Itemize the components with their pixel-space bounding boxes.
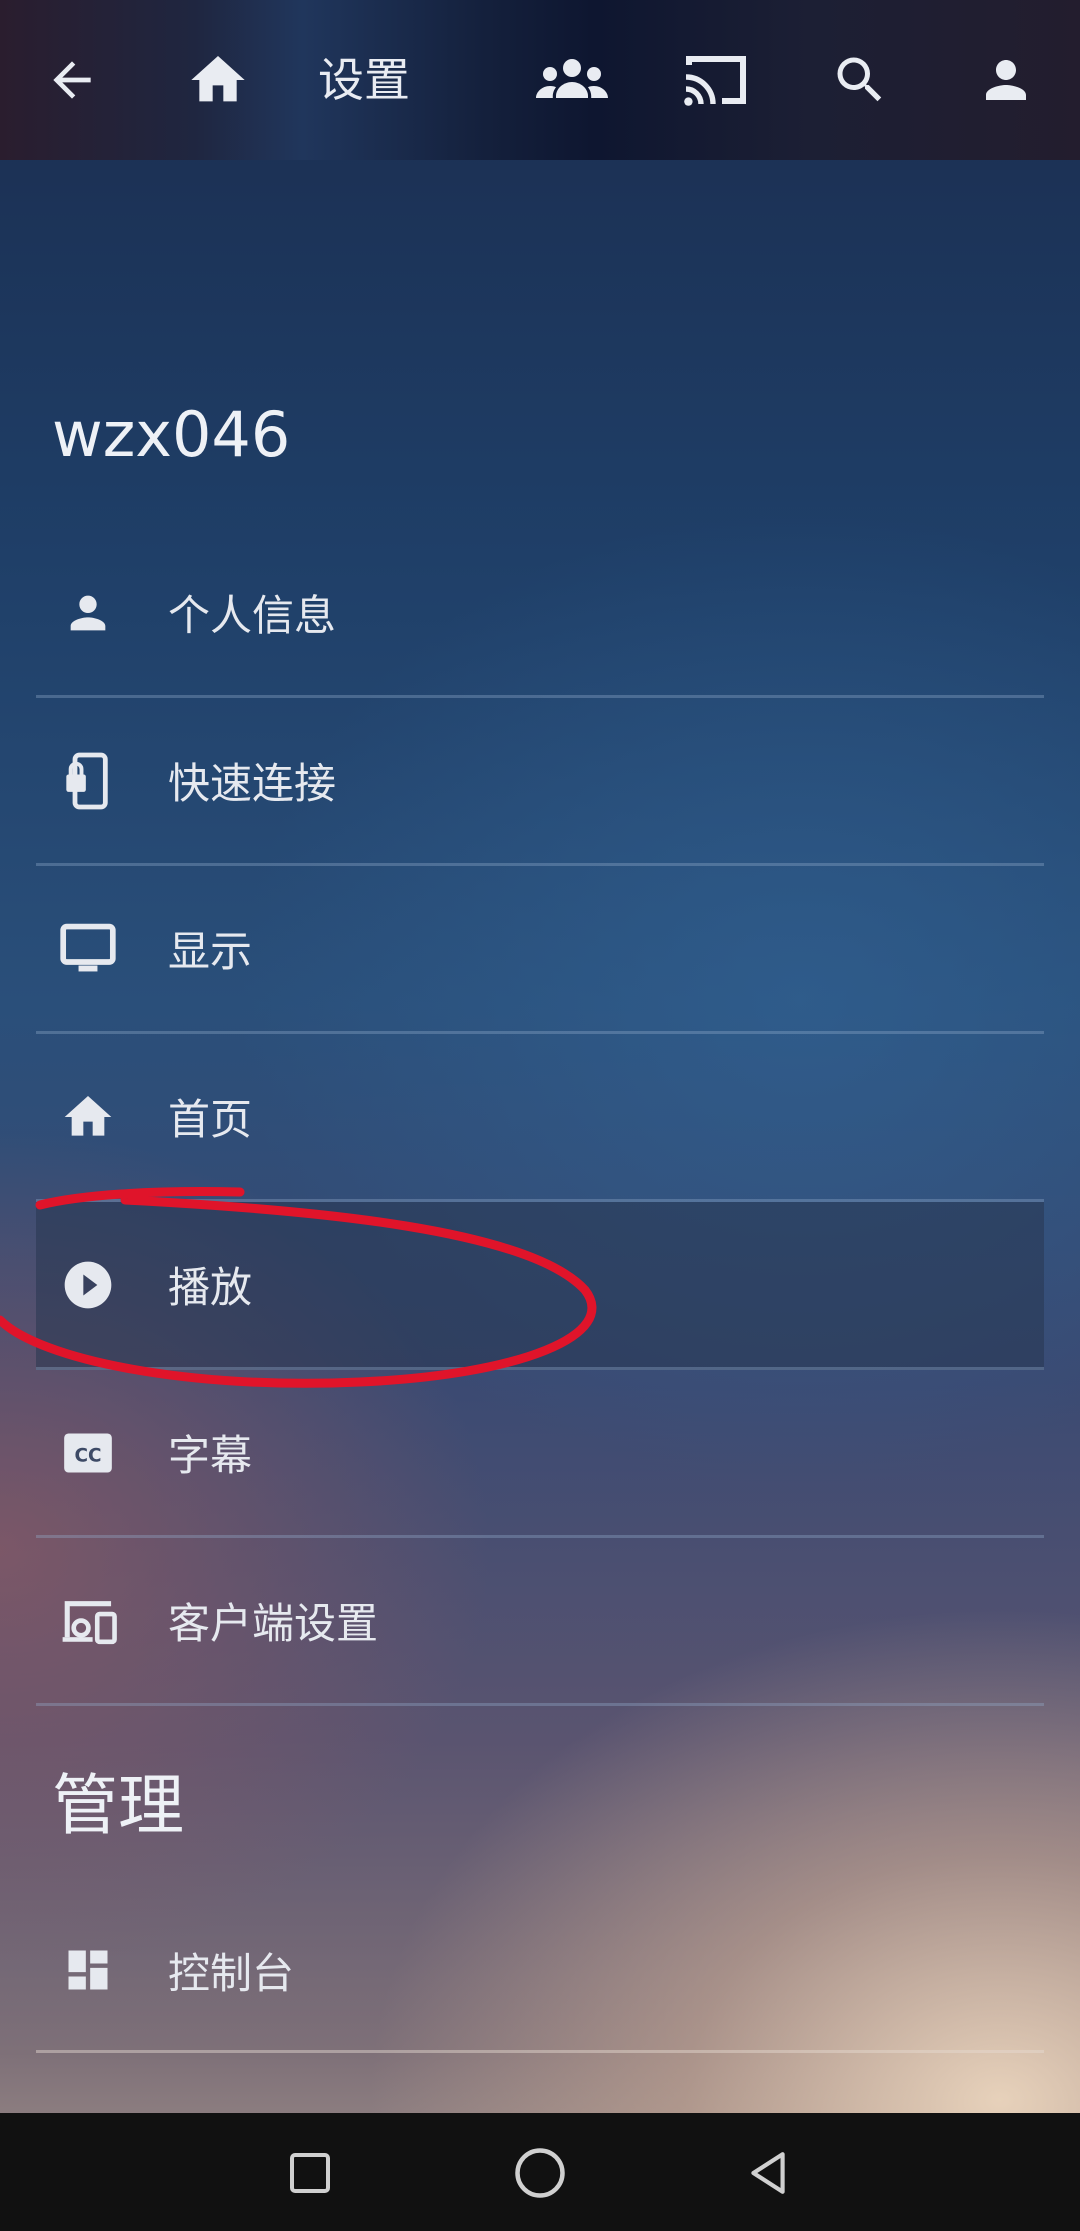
quick-connect-icon: [56, 749, 120, 813]
home-icon: [56, 1085, 120, 1149]
admin-section-title: 管理: [52, 1767, 184, 1844]
menu-item-dashboard[interactable]: 控制台: [36, 1890, 1044, 2053]
monitor-icon: [56, 917, 120, 981]
menu-label: 显示: [168, 927, 253, 976]
cast-icon[interactable]: [666, 30, 766, 130]
menu-label: 快速连接: [168, 759, 337, 808]
devices-icon: [56, 1589, 120, 1653]
user-icon[interactable]: [956, 30, 1056, 130]
menu-item-playback[interactable]: 播放: [36, 1202, 1044, 1370]
back-arrow-icon[interactable]: [22, 30, 122, 130]
username: wzx046: [52, 398, 291, 471]
settings-menu: 个人信息 快速连接 显示 首页 播放 CC 字幕 客户端设置: [36, 530, 1044, 1706]
menu-label: 播放: [168, 1263, 253, 1312]
system-nav-bar: [0, 2113, 1080, 2231]
home-circle-icon[interactable]: [500, 2133, 580, 2213]
dashboard-icon: [56, 1938, 120, 2002]
page-title: 设置: [318, 53, 410, 107]
recents-square-icon[interactable]: [270, 2133, 350, 2213]
menu-label: 个人信息: [168, 591, 337, 640]
menu-label: 首页: [168, 1095, 253, 1144]
menu-label: 字幕: [168, 1431, 253, 1480]
menu-label: 控制台: [168, 1948, 295, 1998]
top-app-bar: 设置: [0, 0, 1080, 160]
admin-menu: 控制台: [36, 1890, 1044, 2053]
menu-item-profile[interactable]: 个人信息: [36, 530, 1044, 698]
closed-caption-icon: CC: [56, 1421, 120, 1485]
menu-item-client-settings[interactable]: 客户端设置: [36, 1538, 1044, 1706]
menu-item-subtitles[interactable]: CC 字幕: [36, 1370, 1044, 1538]
home-icon[interactable]: [168, 30, 268, 130]
menu-item-display[interactable]: 显示: [36, 866, 1044, 1034]
person-icon: [56, 581, 120, 645]
menu-item-quick-connect[interactable]: 快速连接: [36, 698, 1044, 866]
svg-text:CC: CC: [74, 1445, 101, 1466]
users-icon[interactable]: [522, 30, 622, 130]
back-triangle-icon[interactable]: [728, 2133, 808, 2213]
search-icon[interactable]: [810, 30, 910, 130]
menu-label: 客户端设置: [168, 1599, 379, 1648]
menu-item-home[interactable]: 首页: [36, 1034, 1044, 1202]
play-circle-icon: [56, 1253, 120, 1317]
